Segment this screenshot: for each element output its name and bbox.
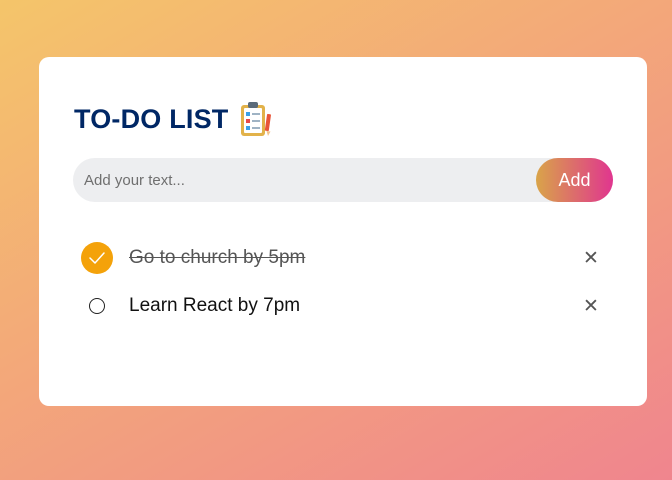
add-task-row: Add — [73, 158, 613, 202]
task-item[interactable]: Learn React by 7pm ✕ — [81, 288, 606, 324]
task-text: Learn React by 7pm — [129, 295, 301, 316]
app-title: TO-DO LIST — [74, 103, 229, 134]
title-row: TO-DO LIST — [74, 101, 273, 137]
todo-card: TO-DO LIST Add Go to church by 5pm — [39, 57, 647, 406]
close-icon[interactable]: ✕ — [576, 243, 606, 273]
unchecked-circle-icon[interactable] — [81, 290, 113, 322]
add-button[interactable]: Add — [536, 158, 613, 202]
clipboard-checklist-icon — [240, 102, 271, 136]
task-text-input[interactable] — [73, 158, 543, 202]
task-item[interactable]: Go to church by 5pm ✕ — [81, 240, 606, 276]
empty-circle-icon — [89, 298, 105, 314]
checkmark-icon — [89, 252, 105, 264]
checked-circle-icon[interactable] — [81, 242, 113, 274]
close-icon[interactable]: ✕ — [576, 291, 606, 321]
task-text: Go to church by 5pm — [129, 247, 306, 268]
